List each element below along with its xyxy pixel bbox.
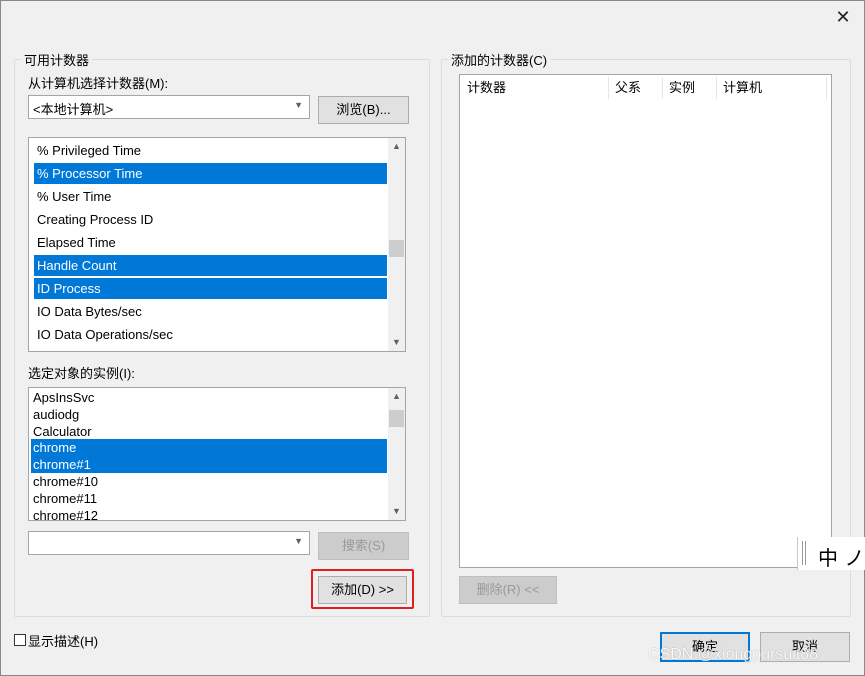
- delete-button[interactable]: 删除(R) <<: [459, 576, 557, 604]
- scroll-up-icon[interactable]: ▲: [388, 138, 405, 155]
- from-computer-label: 从计算机选择计数器(M):: [28, 76, 169, 91]
- scroll-down-icon[interactable]: ▼: [388, 334, 405, 351]
- scroll-thumb[interactable]: [389, 410, 404, 427]
- instance-item[interactable]: chrome#11: [31, 490, 387, 507]
- search-button[interactable]: 搜索(S): [318, 532, 409, 560]
- available-counters-legend: 可用计数器: [24, 53, 90, 68]
- counter-item[interactable]: IO Data Operations/sec: [34, 324, 387, 345]
- ime-indicator[interactable]: 中 ノ: [797, 537, 865, 570]
- counter-item[interactable]: IO Data Bytes/sec: [34, 301, 387, 322]
- scroll-up-icon[interactable]: ▲: [388, 388, 405, 405]
- watermark: CSDN @xiongpursuit88: [648, 646, 819, 663]
- instances-label: 选定对象的实例(I):: [28, 366, 135, 381]
- instance-item[interactable]: chrome#1: [31, 456, 387, 474]
- column-divider[interactable]: [826, 77, 827, 99]
- scroll-thumb[interactable]: [389, 240, 404, 257]
- instances-scrollbar[interactable]: ▲ ▼: [388, 388, 405, 520]
- search-input[interactable]: ▼: [28, 531, 310, 555]
- counter-item[interactable]: % Privileged Time: [34, 140, 387, 161]
- instance-item[interactable]: ApsInsSvc: [31, 389, 387, 406]
- counter-item[interactable]: Elapsed Time: [34, 232, 387, 253]
- instance-item[interactable]: chrome: [31, 439, 387, 457]
- add-button[interactable]: 添加(D) >>: [318, 576, 407, 604]
- scroll-down-icon[interactable]: ▼: [388, 503, 405, 520]
- instances-list[interactable]: ApsInsSvc audiodg Calculator chrome chrome#1…: [28, 387, 406, 521]
- column-header-parent[interactable]: 父系: [608, 75, 662, 101]
- ime-mode-text: 中 ノ: [818, 546, 865, 570]
- computer-select[interactable]: <本地计算机> ▼: [28, 95, 310, 119]
- show-description-label[interactable]: 显示描述(H): [28, 631, 98, 650]
- instance-item[interactable]: chrome#10: [31, 473, 387, 490]
- counter-item[interactable]: Creating Process ID: [34, 209, 387, 230]
- column-header-instance[interactable]: 实例: [662, 75, 716, 101]
- counters-list[interactable]: % Privileged Time% Processor Time% User …: [28, 137, 406, 352]
- counter-item[interactable]: ID Process: [34, 278, 387, 299]
- column-header-computer[interactable]: 计算机: [716, 75, 826, 101]
- chevron-down-icon: ▼: [294, 100, 303, 110]
- instance-item[interactable]: chrome#12: [31, 507, 387, 520]
- grip-icon: [802, 541, 806, 565]
- added-counters-legend: 添加的计数器(C): [451, 53, 548, 68]
- instance-item[interactable]: Calculator: [31, 423, 387, 440]
- show-description-checkbox[interactable]: [14, 634, 26, 646]
- browse-button[interactable]: 浏览(B)...: [318, 96, 409, 124]
- chevron-down-icon: ▼: [294, 536, 303, 546]
- computer-select-value: <本地计算机>: [33, 102, 114, 117]
- counter-item[interactable]: % Processor Time: [34, 163, 387, 184]
- counters-scrollbar[interactable]: ▲ ▼: [388, 138, 405, 351]
- counter-item[interactable]: % User Time: [34, 186, 387, 207]
- instance-item[interactable]: audiodg: [31, 406, 387, 423]
- close-icon[interactable]: ✕: [832, 6, 854, 28]
- counter-item[interactable]: Handle Count: [34, 255, 387, 276]
- added-counters-table[interactable]: 计数器 父系 实例 计算机: [459, 74, 832, 568]
- column-header-counter[interactable]: 计数器: [460, 75, 608, 101]
